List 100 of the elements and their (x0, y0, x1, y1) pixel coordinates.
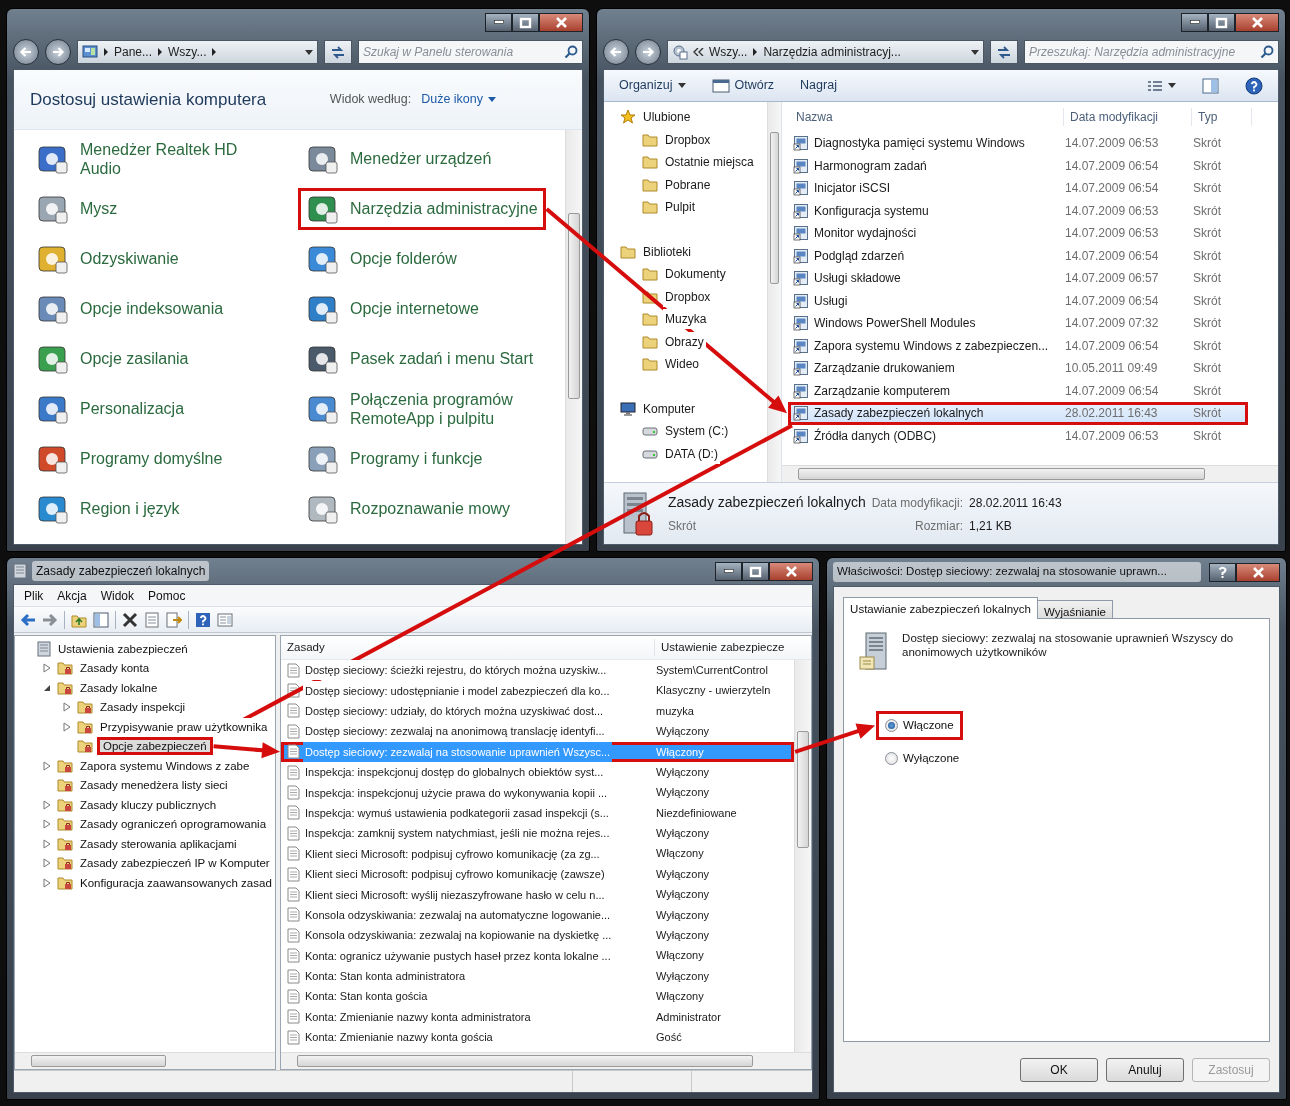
scrollbar[interactable] (794, 660, 812, 1052)
menu-item[interactable]: Widok (94, 584, 141, 607)
dropdown-icon[interactable] (305, 49, 313, 55)
column-header[interactable]: Data modyfikacji (1064, 108, 1192, 126)
control-panel-link[interactable]: Menedżer Realtek HD Audio (28, 135, 273, 183)
column-header[interactable]: Ustawienie zabezpiecze (655, 638, 785, 657)
policy-row[interactable]: Inspekcja: inspekcjonuj dostęp do globalnych obiektów syst... Wyłączony (281, 761, 795, 783)
file-row[interactable]: Harmonogram zadań 14.07.2009 06:54 Skrót (788, 154, 1248, 177)
control-panel-link[interactable]: Opcje folderów (298, 238, 465, 280)
column-header[interactable]: Typ (1192, 108, 1252, 126)
back-button[interactable] (13, 39, 39, 65)
help-button[interactable] (1242, 74, 1266, 97)
policy-row[interactable]: Konsola odzyskiwania: zezwalaj na automatyczne logowanie... Wyłączony (281, 904, 795, 926)
policy-row[interactable]: Konta: ogranicz używanie pustych haseł przez konta lokalne ... Włączony (281, 945, 795, 966)
radio-button[interactable]: Wyłączone (876, 744, 969, 774)
policy-row[interactable]: Dostęp sieciowy: udostępnianie i model zabezpieczeń dla ko... Klasyczny - uwierzyteln (281, 680, 795, 701)
double-chevron-icon[interactable] (693, 48, 704, 56)
help-icon[interactable] (195, 611, 211, 628)
expand-icon[interactable] (63, 702, 71, 713)
maximize-button[interactable] (512, 12, 539, 32)
forward-button[interactable] (45, 39, 71, 65)
tab[interactable]: Ustawianie zabezpieczeń lokalnych (843, 597, 1038, 619)
scrollbar[interactable] (782, 465, 1278, 482)
help-button[interactable] (1209, 562, 1236, 582)
policy-row[interactable]: Klient sieci Microsoft: podpisuj cyfrowo komunikację (za zg... Włączony (281, 843, 795, 864)
policy-row[interactable]: Konsola odzyskiwania: zezwalaj na kopiowanie na dyskietkę ... Wyłączony (281, 925, 795, 946)
scrollbar[interactable] (15, 1052, 275, 1069)
dialog-button[interactable]: OK (1020, 1058, 1098, 1082)
navigation-item[interactable]: Obrazy (663, 331, 706, 352)
file-row[interactable]: Inicjator iSCSI 14.07.2009 06:54 Skrót (788, 177, 1248, 200)
export-icon[interactable] (166, 611, 182, 628)
file-row[interactable]: Usługi 14.07.2009 06:54 Skrót (788, 289, 1248, 312)
breadcrumb[interactable]: Pane... (114, 43, 153, 61)
control-panel-link[interactable]: Odzyskiwanie (28, 238, 187, 280)
toolbar-button[interactable]: Otwórz (708, 74, 778, 97)
policy-row[interactable]: Inspekcja: zamknij system natychmiast, jeśli nie można rejes... Wyłączony (281, 823, 795, 844)
control-panel-link[interactable]: Pasek zadań i menu Start (298, 338, 542, 380)
radio-button[interactable]: Włączone (876, 711, 963, 741)
expand-icon[interactable] (43, 838, 51, 849)
policy-row[interactable]: Inspekcja: inspekcjonuj użycie prawa do wykonywania kopii ... Wyłączony (281, 782, 795, 803)
file-row[interactable]: Diagnostyka pamięci systemu Windows 14.07.2009 06:53 Skrót (788, 132, 1248, 155)
breadcrumb[interactable]: Narzędzia administracyj... (763, 43, 901, 61)
file-row[interactable]: Źródła danych (ODBC) 14.07.2009 06:53 Skrót (788, 424, 1248, 447)
menu-item[interactable]: Akcja (51, 584, 93, 607)
control-panel-link[interactable]: Rozpoznawanie mowy (298, 488, 519, 530)
tree-item[interactable]: Opcje zabezpieczeń (97, 737, 213, 756)
menu-item[interactable]: Pomoc (142, 584, 192, 607)
toolbar-button[interactable]: Organizuj (616, 74, 689, 97)
control-panel-link[interactable]: Połączenia programów RemoteApp i pulpitu (298, 385, 565, 433)
menu-item[interactable]: Plik (18, 584, 50, 607)
file-row[interactable]: Usługi składowe 14.07.2009 06:57 Skrót (788, 267, 1248, 290)
policy-row[interactable]: Dostęp sieciowy: zezwalaj na anonimową translację identyfi... Wyłączony (281, 721, 795, 742)
search-field[interactable]: Przeszukaj: Narzędzia administracyjne (1024, 40, 1279, 64)
expand-icon[interactable] (43, 877, 51, 888)
control-panel-link[interactable]: Mysz (28, 188, 126, 230)
file-row[interactable]: Zarządzanie komputerem 14.07.2009 06:54 Skrót (788, 379, 1248, 402)
policy-row[interactable]: Dostęp sieciowy: udziały, do których można uzyskiwać dost... muzyka (281, 700, 795, 722)
toolbar-button[interactable]: Nagraj (797, 74, 840, 97)
expand-icon[interactable] (43, 819, 51, 830)
breadcrumb[interactable]: Wszy... (709, 43, 748, 61)
scrollbar[interactable] (767, 102, 781, 482)
expand-icon[interactable] (63, 721, 71, 732)
minimize-button[interactable] (1181, 12, 1208, 32)
policy-row[interactable]: Konta: Stan konta administratora Wyłączony (281, 965, 795, 987)
file-row[interactable]: Windows PowerShell Modules 14.07.2009 07:32 Skrót (788, 312, 1248, 335)
control-panel-link[interactable]: Programy domyślne (28, 438, 231, 480)
policy-row[interactable]: Inspekcja: wymuś ustawienia podkategorii zasad inspekcji (s... Niezdefiniowane (281, 802, 795, 824)
scrollbar[interactable] (281, 1052, 812, 1069)
dialog-button[interactable]: Anuluj (1106, 1058, 1184, 1082)
control-panel-link[interactable]: Opcje indeksowania (28, 288, 232, 330)
file-row[interactable]: Konfiguracja systemu 14.07.2009 06:53 Skrót (788, 199, 1248, 222)
tree-item[interactable]: Przypisywanie praw użytkownika (97, 717, 271, 736)
collapse-icon[interactable] (43, 683, 51, 692)
file-row[interactable]: Zasady zabezpieczeń lokalnych 28.02.2011 16:43 Skrót (788, 402, 1248, 425)
control-panel-link[interactable]: Narzędzia administracyjne (298, 188, 546, 230)
policy-row[interactable]: Konta: Zmienianie nazwy konta administratora Administrator (281, 1006, 795, 1028)
close-button[interactable] (539, 12, 583, 32)
forward-button[interactable] (635, 39, 661, 65)
policy-row[interactable]: Konta: Stan konta gościa Włączony (281, 986, 795, 1007)
file-row[interactable]: Podgląd zdarzeń 14.07.2009 06:54 Skrót (788, 244, 1248, 267)
refresh-button[interactable] (324, 40, 352, 64)
file-row[interactable]: Zapora systemu Windows z zabezpieczen... 14.07.2009 06:54 Skrót (788, 334, 1248, 357)
file-row[interactable]: Monitor wydajności 14.07.2009 06:53 Skrót (788, 222, 1248, 245)
scrollbar[interactable] (565, 130, 582, 544)
refresh-button[interactable] (990, 40, 1018, 64)
close-button[interactable] (769, 561, 814, 581)
breadcrumb[interactable]: Wszy... (168, 43, 207, 61)
expand-icon[interactable] (43, 663, 51, 674)
address-bar[interactable]: Wszy... Narzędzia administracyj... (667, 40, 984, 64)
control-panel-link[interactable]: Opcje internetowe (298, 288, 487, 330)
close-button[interactable] (1236, 562, 1280, 582)
column-header[interactable]: Nazwa (782, 108, 1064, 126)
minimize-button[interactable] (485, 12, 512, 32)
maximize-button[interactable] (742, 561, 770, 581)
control-panel-link[interactable]: Region i język (28, 488, 188, 530)
delete-icon[interactable] (122, 611, 138, 628)
minimize-button[interactable] (715, 561, 743, 581)
back-arrow-icon[interactable] (20, 611, 36, 628)
control-panel-link[interactable]: Menedżer urządzeń (298, 138, 500, 180)
expand-icon[interactable] (43, 858, 51, 869)
